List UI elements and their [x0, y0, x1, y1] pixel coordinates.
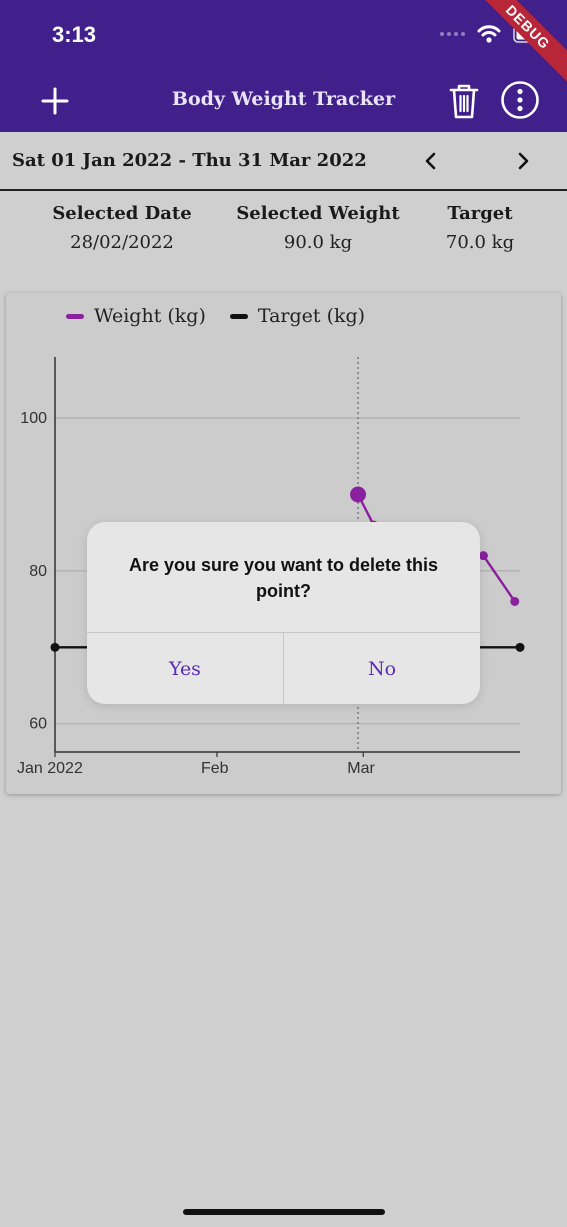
delete-confirm-dialog: Are you sure you want to delete this poi…: [87, 522, 480, 704]
confirm-no-button[interactable]: No: [283, 633, 480, 704]
x-tick-label: Feb: [201, 760, 229, 777]
dialog-actions: Yes No: [87, 632, 480, 704]
dialog-message: Are you sure you want to delete this poi…: [128, 555, 439, 601]
data-point: [50, 642, 60, 652]
data-point: [510, 596, 520, 606]
home-indicator: [183, 1209, 385, 1215]
confirm-yes-button[interactable]: Yes: [87, 633, 283, 704]
y-tick-label: 60: [29, 716, 47, 733]
y-tick-label: 100: [20, 410, 47, 427]
y-tick-label: 80: [29, 563, 47, 580]
data-point: [515, 642, 525, 652]
data-point: [478, 551, 488, 561]
x-tick-label: Jan 2022: [17, 760, 83, 777]
selected-data-point: [350, 486, 367, 503]
x-tick-label: Mar: [347, 760, 375, 777]
